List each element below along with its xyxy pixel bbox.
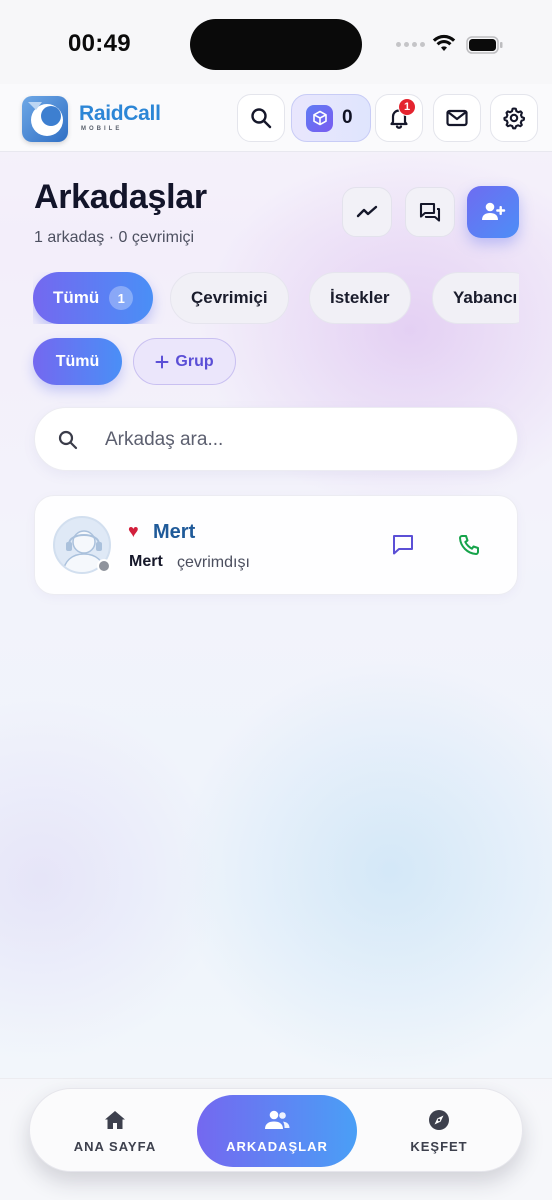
compass-icon [429, 1109, 449, 1130]
trend-icon [356, 205, 378, 218]
friend-name[interactable]: Mert [153, 521, 195, 544]
group-filter-all[interactable]: Tümü [33, 338, 122, 385]
tab-strangers-label: Yabancı [453, 288, 518, 307]
tab-all-label: Tümü [53, 288, 100, 307]
brand-name: RaidCall [79, 102, 161, 125]
search-button[interactable] [237, 94, 285, 142]
friend-display-name: Mert [129, 553, 163, 570]
battery-icon [466, 36, 503, 54]
signal-icon [396, 42, 425, 47]
coin-count: 0 [342, 107, 353, 128]
chat-icon [393, 535, 413, 555]
nav-explore-label: KEŞFET [410, 1138, 468, 1154]
chat-bubbles-icon [419, 202, 441, 222]
phone-icon [459, 535, 479, 555]
coin-balance-button[interactable]: 0 [291, 94, 371, 142]
status-time: 00:49 [68, 30, 131, 57]
add-user-icon [482, 202, 506, 220]
add-friend-button[interactable] [467, 186, 519, 238]
tab-all-count: 1 [109, 286, 134, 310]
nav-explore[interactable]: KEŞFET [374, 1095, 504, 1167]
add-group-label: Grup [175, 352, 214, 370]
friend-card[interactable]: ♥ Mert Mert çevrimdışı [34, 495, 518, 595]
plus-icon [155, 355, 169, 368]
tab-requests-label: İstekler [330, 288, 390, 307]
tab-online[interactable]: Çevrimiçi [170, 272, 289, 324]
friend-search-bar [34, 407, 518, 471]
friends-summary: 1 arkadaş · 0 çevrimiçi [34, 229, 195, 246]
dynamic-island [190, 19, 362, 70]
bottom-navigation: ANA SAYFA ARKADAŞLAR KEŞFET [29, 1088, 523, 1172]
nav-home[interactable]: ANA SAYFA [50, 1095, 180, 1167]
nav-home-label: ANA SAYFA [73, 1138, 157, 1154]
page-title: Arkadaşlar [34, 178, 207, 216]
add-group-button[interactable]: Grup [133, 338, 236, 385]
tab-strangers[interactable]: Yabancı [432, 272, 519, 324]
raidcall-logo [22, 96, 68, 142]
call-friend-button[interactable] [450, 526, 488, 564]
messages-button[interactable] [433, 94, 481, 142]
nav-friends-label: ARKADAŞLAR [226, 1138, 328, 1154]
heart-icon: ♥ [128, 521, 139, 541]
tab-all[interactable]: Tümü 1 [33, 272, 154, 324]
friend-search-input[interactable] [105, 422, 495, 458]
brand-subtitle: MOBILE [81, 126, 123, 132]
chats-button[interactable] [405, 187, 455, 237]
app-header: RaidCall MOBILE 0 1 [0, 84, 552, 152]
notifications-button[interactable]: 1 [375, 94, 423, 142]
search-icon [251, 108, 272, 129]
activity-button[interactable] [342, 187, 392, 237]
home-icon [105, 1110, 125, 1129]
cube-icon [306, 104, 333, 132]
offline-status-dot [97, 559, 111, 573]
search-icon [58, 430, 78, 450]
status-bar: 00:49 [0, 0, 552, 84]
friend-status: çevrimdışı [177, 554, 250, 571]
filter-tabs: Tümü 1 Çevrimiçi İstekler Yabancı [33, 272, 519, 324]
settings-button[interactable] [490, 94, 538, 142]
nav-friends[interactable]: ARKADAŞLAR [197, 1095, 357, 1167]
tab-online-label: Çevrimiçi [191, 288, 268, 307]
users-icon [265, 1110, 290, 1129]
mail-icon [446, 109, 468, 127]
tab-requests[interactable]: İstekler [309, 272, 411, 324]
message-friend-button[interactable] [384, 526, 422, 564]
gear-icon [503, 107, 526, 130]
notification-badge: 1 [398, 98, 416, 116]
wifi-icon [432, 34, 456, 51]
